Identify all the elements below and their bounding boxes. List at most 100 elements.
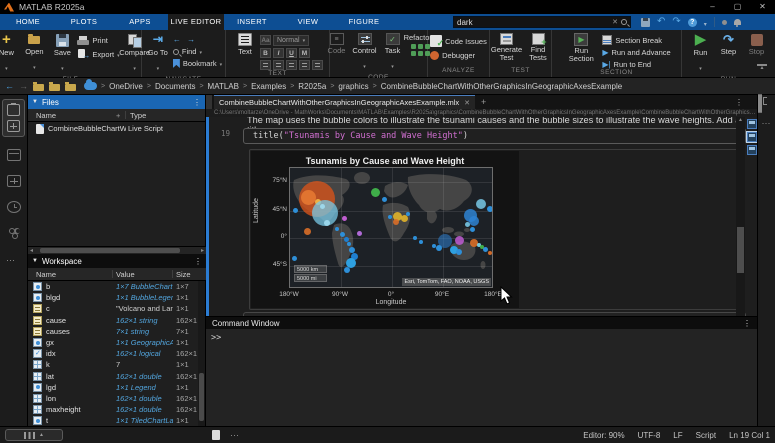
code-button[interactable]: ≡ Code (324, 32, 350, 56)
live-script-document[interactable]: 19 The map uses the bubble colors to ill… (206, 117, 757, 316)
notifications-bell-icon[interactable] (734, 19, 741, 25)
collapse-files-icon[interactable]: ▼ (32, 99, 38, 105)
breadcrumb-item[interactable]: OneDrive (109, 82, 143, 91)
back-icon[interactable]: ← (5, 81, 14, 91)
workspace-row[interactable]: gx1×1 GeographicA...1×1 (28, 337, 199, 348)
status-file-icon[interactable] (212, 430, 220, 440)
breadcrumb-item[interactable]: Documents (155, 82, 195, 91)
open-location-icon[interactable] (49, 82, 60, 91)
workspace-row[interactable]: k71×1 (28, 359, 199, 370)
breadcrumb-item[interactable]: MATLAB (208, 82, 239, 91)
align-right-button[interactable] (286, 60, 297, 70)
save-button[interactable]: Save (49, 32, 75, 76)
layout-button[interactable]: ▲ (5, 429, 63, 441)
ribbon-tab-plots[interactable]: PLOTS (56, 14, 112, 30)
undo-icon[interactable]: ↶ (657, 17, 665, 27)
editor-tab[interactable]: CombineBubbleChartWithOtherGraphicsInGeo… (214, 95, 475, 109)
doc-search-box[interactable]: ✕ (453, 16, 631, 28)
up-folder-icon[interactable] (65, 82, 76, 91)
align-left-button[interactable] (260, 60, 271, 70)
breadcrumb-item[interactable]: CombineBubbleChartWithOtherGraphicsInGeo… (381, 82, 622, 91)
files-column-headers[interactable]: Name + Type (28, 109, 205, 122)
clear-search-icon[interactable]: ✕ (612, 18, 618, 26)
view-output-right-toggle-icon[interactable] (747, 145, 757, 155)
editor-tab-menu-icon[interactable]: ⋮ (735, 98, 743, 107)
align-center-button[interactable] (273, 60, 284, 70)
command-window[interactable]: >> (206, 329, 757, 426)
breadcrumb-item[interactable]: Examples (251, 82, 286, 91)
status-more-icon[interactable]: ⋯ (230, 430, 240, 441)
breadcrumb-item[interactable]: graphics (338, 82, 368, 91)
goto-button[interactable]: ⇥ Go To (145, 32, 171, 76)
figure-output[interactable]: Tsunamis by Cause and Wave Height (249, 149, 745, 310)
onedrive-cloud-icon[interactable] (84, 82, 97, 90)
workspace-row[interactable]: maxheight162×1 double162×1 (28, 404, 199, 415)
breadcrumb-item[interactable]: R2025a (298, 82, 326, 91)
more-right-panels-icon[interactable]: ⋯ (758, 118, 775, 129)
editor-scrollbar[interactable]: ▲ (736, 117, 745, 316)
ribbon-tab-home[interactable]: HOME (0, 14, 56, 30)
panel-layout-group[interactable] (2, 99, 25, 137)
open-button[interactable]: Open (21, 32, 47, 75)
debugger-button[interactable]: Debugger (430, 50, 487, 60)
search-icon[interactable] (621, 19, 627, 25)
text-button[interactable]: Text (232, 32, 258, 57)
control-button[interactable]: Control (352, 32, 378, 74)
stop-button[interactable]: Stop (744, 32, 770, 57)
workspace-row[interactable]: idx162×1 logical162×1 (28, 348, 199, 359)
command-window-menu-icon[interactable]: ⋮ (743, 319, 751, 328)
ribbon-tab-figure[interactable]: FIGURE (336, 14, 392, 30)
figure-image[interactable]: Tsunamis by Cause and Wave Height (251, 151, 519, 308)
more-panels-icon[interactable]: ⋯ (6, 255, 16, 266)
search-input[interactable] (457, 18, 609, 27)
maximize-button[interactable]: ▢ (725, 0, 750, 14)
find-button[interactable]: Find (173, 47, 222, 56)
step-button[interactable]: ↷ Step (716, 32, 742, 57)
bullet-list-button[interactable] (299, 60, 310, 70)
workspace-row[interactable]: causes7×1 string7×1 (28, 326, 199, 337)
find-tests-button[interactable]: Find Tests (525, 32, 551, 64)
workspace-panel-header[interactable]: ▼ Workspace ⋮ (28, 254, 206, 268)
help-icon[interactable]: ? (688, 18, 697, 27)
code-line[interactable]: title("Tsunamis by Cause and Wave Height… (243, 128, 746, 144)
close-tab-icon[interactable]: ✕ (464, 99, 470, 107)
workspace-row[interactable]: lon162×1 double162×1 (28, 393, 199, 404)
ribbon-tab-live-editor[interactable]: LIVE EDITOR (168, 14, 224, 30)
underline-button[interactable]: U (286, 48, 297, 58)
text-style-dropdown[interactable]: Normal (273, 35, 309, 46)
monospace-button[interactable]: M (299, 48, 310, 58)
task-button[interactable]: ✓ Task (380, 32, 406, 74)
new-folder-icon[interactable] (33, 82, 44, 91)
scroll-up-icon[interactable]: ▲ (736, 117, 745, 124)
new-tab-button[interactable]: + (481, 97, 486, 107)
workspace-row[interactable]: lgd1×1 Legend1×1 (28, 382, 199, 393)
ribbon-tab-apps[interactable]: APPS (112, 14, 168, 30)
workspace-row[interactable]: blgd1×1 BubbleLegend1×1 (28, 292, 199, 303)
ribbon-tab-insert[interactable]: INSERT (224, 14, 280, 30)
numbered-list-button[interactable] (312, 60, 323, 70)
variables-panel-icon[interactable] (7, 175, 21, 187)
minimize-button[interactable]: – (700, 0, 725, 14)
nav-history-arrows[interactable]: ← → (173, 35, 222, 44)
command-window-header[interactable]: Command Window ⋮ (206, 316, 757, 329)
generate-test-button[interactable]: Generate Test (490, 32, 523, 64)
workspace-scrollbar[interactable] (198, 281, 205, 426)
run-section-button[interactable]: Run Section (562, 32, 600, 65)
workspace-row[interactable]: cause162×1 string162×1 (28, 315, 199, 326)
files-panel-icon[interactable] (7, 104, 20, 116)
quick-save-icon[interactable] (641, 18, 650, 27)
ribbon-tab-view[interactable]: VIEW (280, 14, 336, 30)
code-issues-button[interactable]: Code Issues (430, 35, 487, 47)
section-break-button[interactable]: Section Break (602, 35, 670, 45)
file-row[interactable]: CombineBubbleChartWithO... Live Script (28, 122, 205, 135)
workspace-column-headers[interactable]: Name Value Size (28, 268, 206, 281)
collapse-ribbon-icon[interactable]: ▴ (757, 64, 767, 71)
profiler-panel-icon[interactable] (760, 94, 762, 113)
record-icon[interactable] (722, 20, 727, 25)
workspace-row[interactable]: c"Volcano and Lan...1×1 (28, 303, 199, 314)
view-output-inline-toggle-icon[interactable] (747, 132, 757, 142)
italic-button[interactable]: I (273, 48, 284, 58)
editor-scrollbar-thumb[interactable] (737, 227, 744, 273)
help-dropdown-caret[interactable] (704, 13, 707, 31)
geographic-axes[interactable]: 5000 km 5000 mi Esri, TomTom, FAO, NOAA,… (289, 167, 493, 288)
